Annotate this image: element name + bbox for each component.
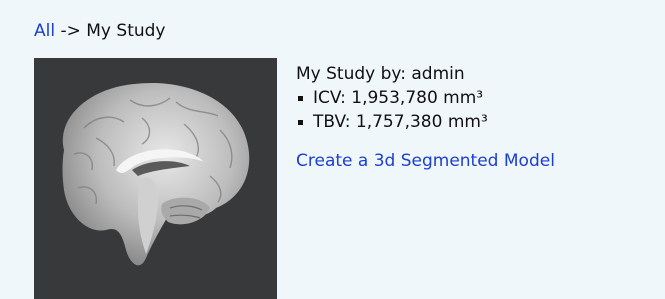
study-stats-list: ICV: 1,953,780 mm³ TBV: 1,757,380 mm³ xyxy=(296,86,555,134)
study-owner-line: My Study by: admin xyxy=(296,64,465,84)
breadcrumb-separator: -> xyxy=(55,21,87,41)
bullet-icon xyxy=(298,119,303,125)
create-3d-model-link[interactable]: Create a 3d Segmented Model xyxy=(296,151,555,171)
list-item: ICV: 1,953,780 mm³ xyxy=(296,86,555,110)
tbv-stat: TBV: 1,757,380 mm³ xyxy=(313,112,488,132)
icv-stat: ICV: 1,953,780 mm³ xyxy=(313,88,484,108)
breadcrumb-current: My Study xyxy=(86,21,166,41)
breadcrumb-all-link[interactable]: All xyxy=(34,21,55,41)
bullet-icon xyxy=(298,95,303,101)
breadcrumb: All -> My Study xyxy=(34,20,165,42)
brain-sagittal-image xyxy=(62,82,250,266)
study-info: My Study by: admin ICV: 1,953,780 mm³ TB… xyxy=(296,62,555,171)
brain-mri-thumbnail[interactable] xyxy=(34,58,277,299)
list-item: TBV: 1,757,380 mm³ xyxy=(296,110,555,134)
